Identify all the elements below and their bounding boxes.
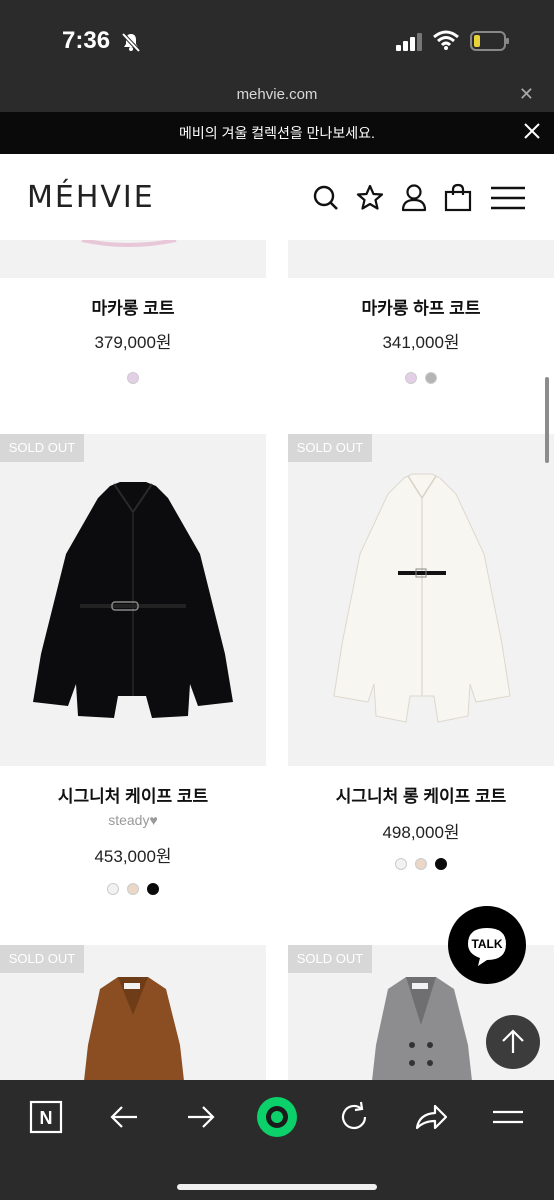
- product-name[interactable]: 마카롱 코트: [0, 294, 266, 319]
- product-image[interactable]: [0, 240, 266, 278]
- white-cape-coat-image: [333, 473, 511, 723]
- product-card[interactable]: 마카롱 하프 코트 341,000원: [288, 240, 554, 420]
- color-swatch[interactable]: [147, 883, 160, 895]
- sold-out-badge: SOLD OUT: [288, 945, 372, 973]
- announcement-text[interactable]: 메비의 겨울 컬렉션을 만나보세요.: [0, 123, 554, 143]
- site-header: MÉHVIE: [0, 154, 554, 240]
- sold-out-badge: SOLD OUT: [0, 945, 84, 973]
- sold-out-badge: SOLD OUT: [288, 434, 372, 462]
- announcement-banner: 메비의 겨울 컬렉션을 만나보세요.: [0, 112, 554, 154]
- color-swatch[interactable]: [127, 883, 139, 895]
- product-image[interactable]: SOLD OUT: [288, 434, 554, 766]
- scrollbar[interactable]: [545, 377, 549, 463]
- refresh-icon[interactable]: [337, 1100, 371, 1134]
- sold-out-badge: SOLD OUT: [0, 434, 84, 462]
- color-swatches: [288, 371, 554, 389]
- color-swatch[interactable]: [404, 372, 417, 384]
- product-card[interactable]: 마카롱 코트 379,000원: [0, 240, 266, 420]
- home-indicator: [177, 1184, 377, 1190]
- arrow-up-icon: [502, 1029, 524, 1053]
- naver-n-icon[interactable]: N: [29, 1100, 63, 1134]
- color-swatch[interactable]: [435, 858, 448, 870]
- share-icon[interactable]: [413, 1100, 449, 1134]
- color-swatch[interactable]: [394, 858, 407, 870]
- color-swatch[interactable]: [127, 372, 139, 384]
- chat-bubble-icon: TALK: [468, 928, 506, 966]
- talk-chat-button[interactable]: TALK: [448, 906, 526, 984]
- site-logo[interactable]: MÉHVIE: [27, 180, 155, 215]
- green-dot-home-icon[interactable]: [256, 1096, 298, 1138]
- product-image[interactable]: SOLD OUT: [0, 945, 266, 1081]
- product-subtitle: steady♥: [108, 812, 158, 828]
- wifi-icon: [433, 30, 459, 50]
- browser-bottom-bar: N: [0, 1080, 554, 1200]
- product-card[interactable]: SOLD OUT 시그니처 케이프 코트 steady♥ 453,000원: [0, 434, 266, 904]
- signal-icon: [396, 33, 422, 51]
- product-name[interactable]: 시그니처 롱 케이프 코트: [288, 782, 554, 807]
- product-image[interactable]: SOLD OUT: [0, 434, 266, 766]
- product-card[interactable]: SOLD OUT: [0, 945, 266, 1081]
- close-icon[interactable]: [522, 121, 542, 141]
- product-price: 498,000원: [382, 823, 460, 842]
- color-swatches: [288, 857, 554, 875]
- product-price: 453,000원: [94, 847, 172, 866]
- talk-label: TALK: [471, 937, 502, 951]
- black-cape-coat-image: [33, 482, 233, 718]
- product-price: 341,000원: [382, 333, 460, 352]
- search-icon[interactable]: [312, 182, 340, 214]
- status-bar: 7:36: [0, 0, 554, 80]
- back-arrow-icon[interactable]: [107, 1100, 141, 1134]
- star-icon[interactable]: [355, 182, 385, 214]
- url-bar[interactable]: mehvie.com ✕: [0, 80, 554, 112]
- shopping-bag-icon[interactable]: [443, 182, 473, 214]
- product-image[interactable]: [288, 240, 554, 278]
- user-icon[interactable]: [400, 182, 428, 214]
- color-swatch[interactable]: [106, 883, 119, 895]
- bell-muted-icon: [121, 32, 141, 53]
- forward-arrow-icon[interactable]: [184, 1100, 218, 1134]
- product-price: 379,000원: [94, 333, 172, 352]
- color-swatch[interactable]: [425, 372, 438, 384]
- product-name[interactable]: 시그니처 케이프 코트: [0, 782, 266, 807]
- color-swatches: [0, 882, 266, 900]
- menu-icon[interactable]: [491, 1100, 525, 1134]
- color-swatch[interactable]: [415, 858, 427, 870]
- scroll-to-top-button[interactable]: [486, 1015, 540, 1069]
- svg-text:N: N: [40, 1108, 53, 1128]
- url-text[interactable]: mehvie.com: [0, 86, 554, 103]
- product-name[interactable]: 마카롱 하프 코트: [288, 294, 554, 319]
- battery-icon: [470, 31, 509, 51]
- status-time: 7:36: [62, 27, 111, 54]
- color-swatches: [0, 371, 266, 389]
- url-close-icon[interactable]: ✕: [519, 84, 534, 105]
- product-card[interactable]: SOLD OUT 시그니처 롱 케이프 코트 498,000원: [288, 434, 554, 904]
- menu-icon[interactable]: [490, 182, 526, 214]
